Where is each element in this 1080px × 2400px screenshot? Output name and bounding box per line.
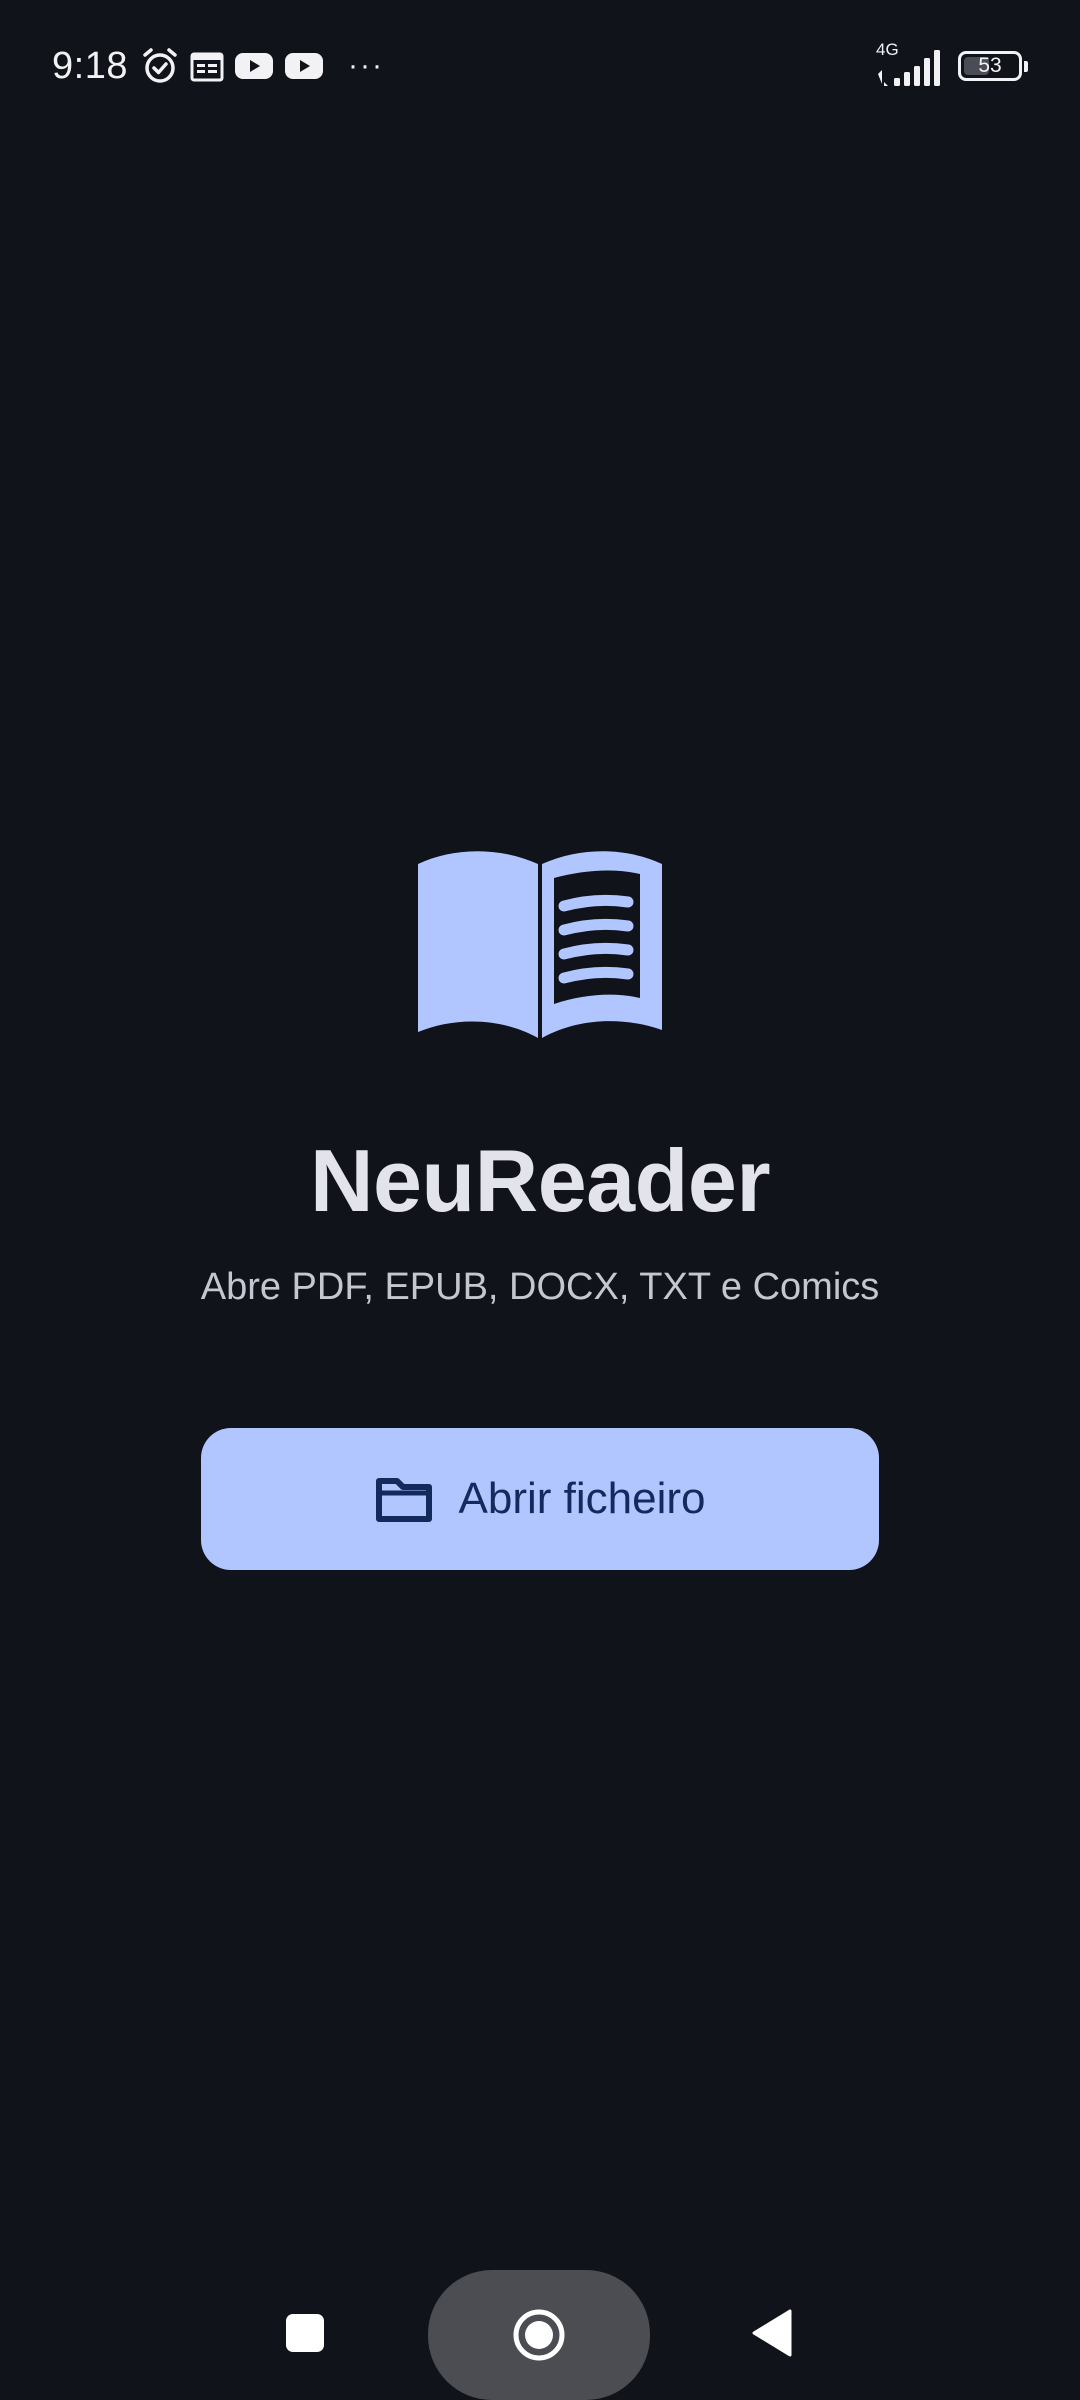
back-icon: [752, 2309, 792, 2357]
recent-apps-button[interactable]: [286, 2314, 324, 2352]
app-subtitle: Abre PDF, EPUB, DOCX, TXT e Comics: [200, 1266, 880, 1308]
status-time: 9:18: [52, 44, 128, 87]
status-left: 9:18 ···: [52, 42, 384, 90]
home-button[interactable]: [428, 2270, 650, 2400]
signal-group: 4G: [874, 40, 944, 88]
battery-icon: 53: [958, 51, 1028, 81]
open-file-button-label: Abrir ficheiro: [458, 1474, 706, 1523]
open-book-icon: [418, 848, 662, 1038]
status-right: 4G 53: [874, 40, 1028, 88]
open-file-button[interactable]: Abrir ficheiro: [201, 1428, 879, 1570]
alarm-icon: [140, 44, 180, 88]
status-bar: 9:18 ··· 4G 53: [0, 0, 1080, 130]
home-icon: [513, 2309, 565, 2361]
back-button[interactable]: [752, 2309, 792, 2357]
app-screen: 9:18 ··· 4G 53 NeuReader Abre PDF, EPUB,…: [0, 0, 1080, 2400]
app-title: NeuReader: [309, 1131, 771, 1230]
folder-icon: [375, 1475, 433, 1523]
youtube-icon: [284, 44, 324, 88]
youtube-icon: [234, 44, 274, 88]
battery-level: 53: [978, 54, 1002, 77]
more-notifications-icon: ···: [347, 49, 384, 82]
calendar-icon: [190, 44, 224, 88]
signal-icon: [878, 50, 940, 86]
